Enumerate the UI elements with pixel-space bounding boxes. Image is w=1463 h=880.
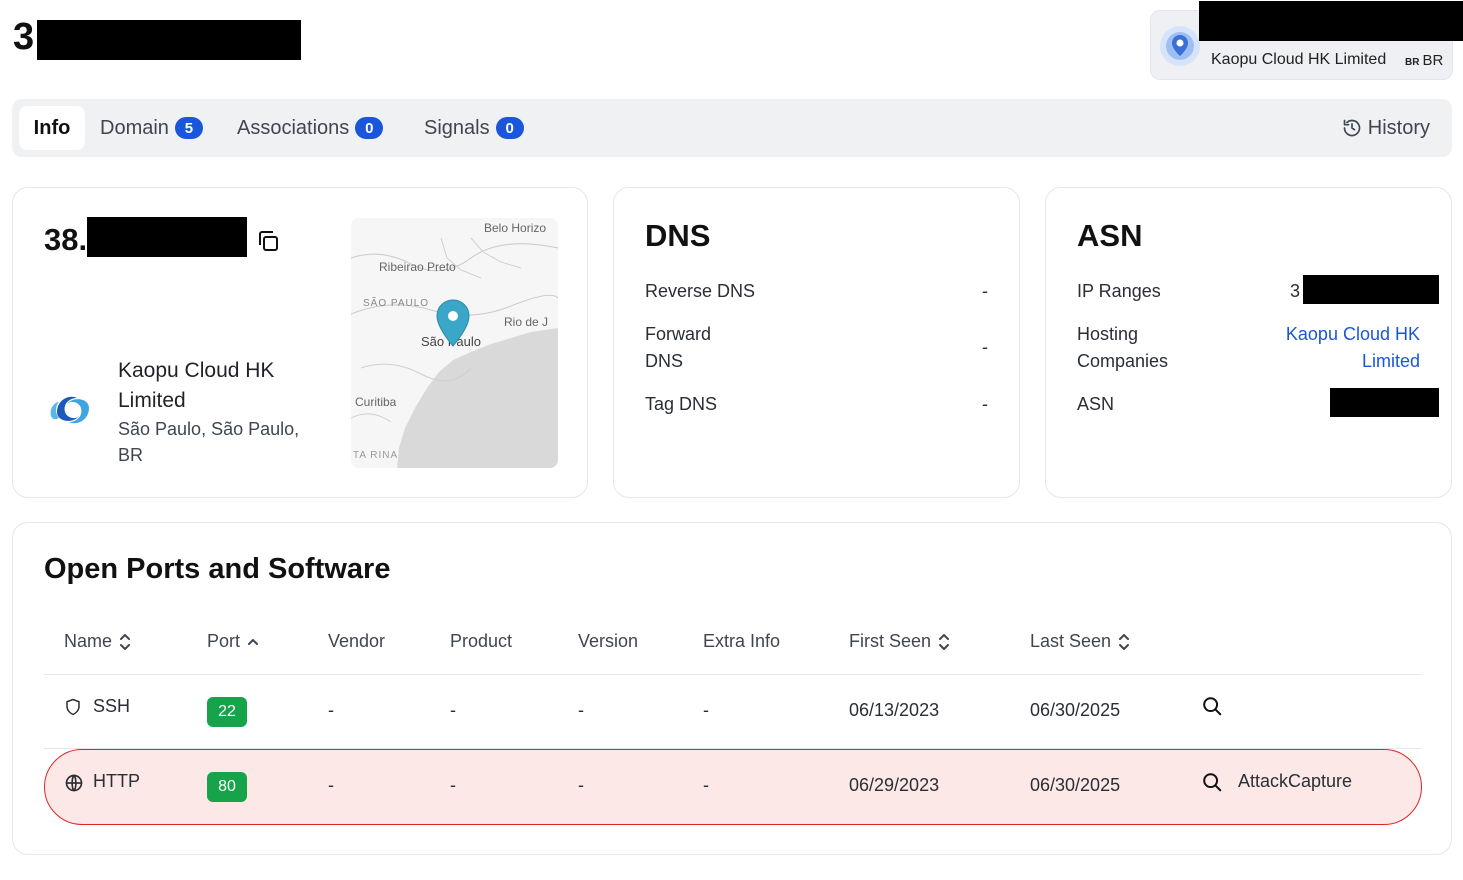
page-title: 3 — [13, 16, 35, 58]
search-icon[interactable] — [1201, 695, 1223, 717]
col-header-label: Vendor — [328, 631, 386, 651]
sort-icon — [939, 633, 950, 650]
location-pin-icon — [1160, 26, 1200, 66]
search-icon[interactable] — [1201, 771, 1223, 793]
tag-dns-value: - — [982, 394, 988, 414]
shield-icon — [66, 698, 80, 716]
tab-label: Info — [33, 116, 71, 139]
col-header-label: Port — [207, 631, 241, 651]
map-label-catarina: TA RINA — [353, 450, 398, 461]
history-label: History — [1367, 116, 1430, 139]
reverse-dns-value: - — [982, 281, 988, 301]
map-label-state: SÃO PAULO — [363, 296, 429, 309]
port-badge: 22 — [207, 697, 247, 727]
count-badge: 5 — [174, 117, 203, 139]
history-button[interactable]: History — [1342, 106, 1430, 150]
port-badge: 80 — [207, 772, 247, 802]
count-badge: 0 — [355, 117, 384, 139]
version-cell: - — [578, 700, 584, 720]
map-label-curitiba: Curitiba — [355, 395, 397, 409]
redaction-bar — [1199, 1, 1463, 41]
location-map[interactable]: Belo Horizo Ribeirao Preto SÃO PAULO Rio… — [351, 218, 558, 468]
ip-summary-card: 38. Kaopu Cloud HK Limited São Paulo, Sã… — [12, 187, 588, 498]
open-ports-card: Open Ports and Software Name Port Vendor… — [12, 522, 1452, 855]
last-seen-cell: 06/30/2025 — [1030, 775, 1121, 795]
vendor-cell: - — [328, 775, 334, 795]
ip-address: 38. — [44, 222, 88, 257]
dns-card: DNS Reverse DNS - Forward DNS - Tag DNS … — [613, 187, 1020, 498]
col-header-product: Product — [450, 631, 512, 652]
col-header-label: Last Seen — [1030, 631, 1112, 651]
table-divider — [44, 674, 1422, 675]
asn-card: ASN IP Ranges 3 Hosting Companies Kaopu … — [1045, 187, 1452, 498]
col-header-name[interactable]: Name — [64, 631, 131, 652]
provider-chip-name: Kaopu Cloud HK Limited — [1211, 51, 1387, 68]
redaction-bar — [1330, 388, 1439, 417]
product-cell: - — [450, 700, 456, 720]
col-header-label: First Seen — [849, 631, 932, 651]
globe-icon — [65, 774, 83, 792]
count-badge: 0 — [495, 117, 524, 139]
tab-label: Signals — [424, 116, 490, 139]
history-icon — [1343, 119, 1361, 137]
version-cell: - — [578, 775, 584, 795]
provider-chip-country: BR BR — [1405, 52, 1443, 69]
sort-icon — [120, 633, 131, 650]
col-header-version: Version — [578, 631, 638, 652]
tab-associations[interactable]: Associations 0 — [237, 106, 384, 150]
redaction-bar — [37, 20, 301, 60]
sort-ascending-icon — [248, 638, 259, 645]
col-header-extra-info: Extra Info — [703, 631, 780, 652]
last-seen-cell: 06/30/2025 — [1030, 700, 1121, 720]
ip-ranges-label: IP Ranges — [1077, 281, 1161, 301]
vendor-cell: - — [328, 700, 334, 720]
map-label-belo: Belo Horizo — [484, 221, 546, 235]
redaction-bar — [87, 217, 247, 257]
col-header-label: Version — [578, 631, 639, 651]
dns-title: DNS — [645, 218, 711, 253]
org-location: São Paulo, São Paulo, BR — [118, 419, 300, 465]
col-header-label: Extra Info — [703, 631, 781, 651]
col-header-first-seen[interactable]: First Seen — [849, 631, 950, 652]
tag-dns-label: Tag DNS — [645, 394, 718, 414]
hosting-companies-label: Hosting Companies — [1077, 324, 1169, 371]
tag-label[interactable]: AttackCapture — [1238, 771, 1352, 792]
forward-dns-value: - — [982, 337, 988, 357]
col-header-port[interactable]: Port — [207, 631, 259, 652]
map-label-rio: Rio de J — [504, 315, 548, 329]
product-cell: - — [450, 775, 456, 795]
map-graphic: Belo Horizo Ribeirao Preto SÃO PAULO Rio… — [351, 218, 558, 468]
col-header-last-seen[interactable]: Last Seen — [1030, 631, 1130, 652]
sort-icon — [1119, 633, 1130, 650]
service-name: HTTP — [93, 771, 140, 791]
redaction-bar — [1303, 275, 1439, 304]
copy-icon[interactable] — [256, 229, 280, 253]
asn-label: ASN — [1077, 394, 1115, 414]
org-logo — [50, 396, 89, 424]
forward-dns-label: Forward DNS — [645, 324, 712, 371]
tab-info[interactable]: Info — [19, 106, 85, 150]
extra-info-cell: - — [703, 775, 709, 795]
ip-ranges-value: 3 — [1290, 281, 1301, 301]
tab-signals[interactable]: Signals 0 — [424, 106, 524, 150]
tab-domain[interactable]: Domain 5 — [100, 106, 203, 150]
map-label-ribeirao: Ribeirao Preto — [379, 260, 456, 274]
col-header-label: Name — [64, 631, 113, 651]
country-flag-code: BR — [1405, 57, 1420, 68]
col-header-vendor: Vendor — [328, 631, 385, 652]
col-header-label: Product — [450, 631, 513, 651]
first-seen-cell: 06/29/2023 — [849, 775, 940, 795]
first-seen-cell: 06/13/2023 — [849, 700, 940, 720]
hosting-company-link[interactable]: Kaopu Cloud HK Limited — [1270, 321, 1420, 375]
service-name: SSH — [93, 696, 131, 716]
org-name: Kaopu Cloud HK Limited — [118, 359, 275, 412]
tab-label: Domain — [100, 116, 169, 139]
country-code: BR — [1422, 52, 1444, 69]
reverse-dns-label: Reverse DNS — [645, 281, 756, 301]
tab-bar: Info Domain 5 Associations 0 Signals 0 H… — [12, 99, 1452, 157]
extra-info-cell: - — [703, 700, 709, 720]
ports-title: Open Ports and Software — [44, 553, 391, 585]
tab-label: Associations — [237, 116, 350, 139]
asn-title: ASN — [1077, 218, 1143, 253]
